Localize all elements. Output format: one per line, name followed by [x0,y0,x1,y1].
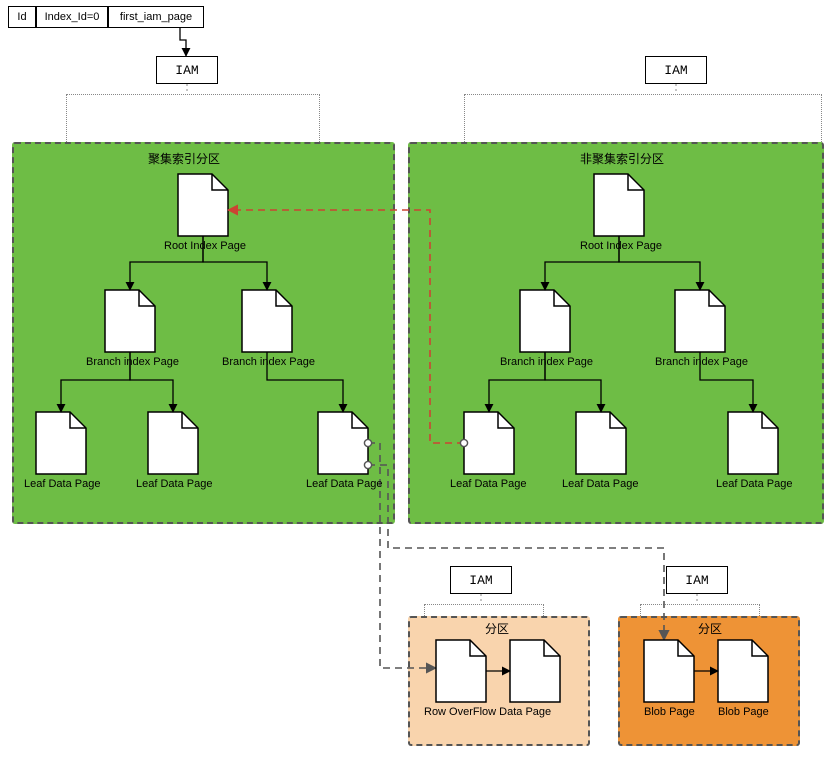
iam-box-1: IAM [156,56,218,84]
label-blob2: Blob Page [718,706,769,718]
label-branch-right2: Branch index Page [655,356,748,368]
table-cell-index: Index_Id=0 [36,6,108,28]
label-blob1: Blob Page [644,706,695,718]
partition-nonclustered [408,142,824,524]
partition-overflow-title: 分区 [485,620,509,637]
iam-box-3: IAM [450,566,512,594]
partition-clustered-title: 聚集索引分区 [148,150,220,167]
label-branch-left2: Branch index Page [222,356,315,368]
iam-box-2: IAM [645,56,707,84]
partition-blob-title: 分区 [698,620,722,637]
label-leaf-right1: Leaf Data Page [450,478,526,490]
label-root-left: Root Index Page [164,240,246,252]
table-cell-first-iam: first_iam_page [108,6,204,28]
dotted-frame-right-top [464,94,822,142]
label-branch-left1: Branch index Page [86,356,179,368]
label-leaf-left1: Leaf Data Page [24,478,100,490]
label-overflow: Row OverFlow Data Page [424,706,551,718]
label-leaf-right2: Leaf Data Page [562,478,638,490]
dotted-frame-left-top [66,94,320,142]
partition-clustered [12,142,395,524]
partition-nonclustered-title: 非聚集索引分区 [580,150,664,167]
label-leaf-left3: Leaf Data Page [306,478,382,490]
table-cell-id: Id [8,6,36,28]
label-leaf-right3: Leaf Data Page [716,478,792,490]
iam-box-4: IAM [666,566,728,594]
label-leaf-left2: Leaf Data Page [136,478,212,490]
label-branch-right1: Branch index Page [500,356,593,368]
label-root-right: Root Index Page [580,240,662,252]
diagram-canvas: Id Index_Id=0 first_iam_page IAM IAM IAM… [0,0,837,764]
